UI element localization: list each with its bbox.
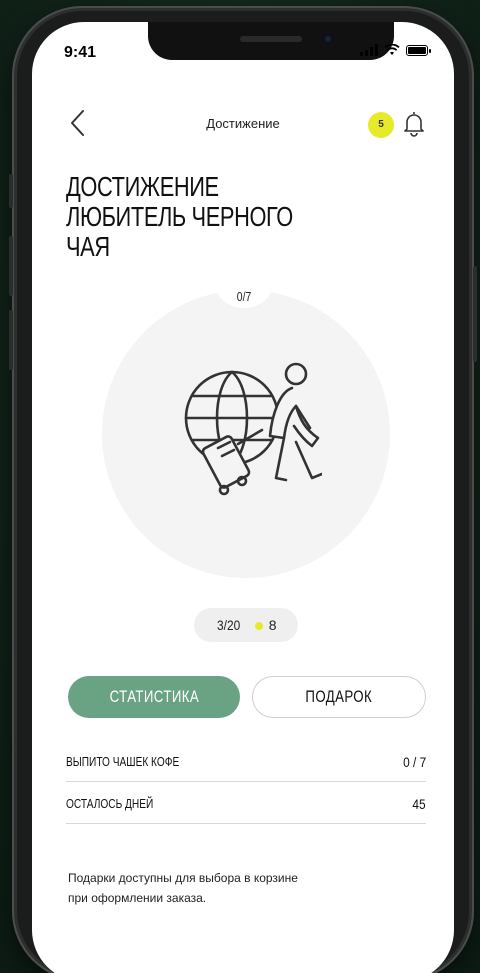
top-nav: Достижение 5 [32,104,454,144]
stats-row-cups: ВЫПИТО ЧАШЕК КОФЕ 0 / 7 [66,744,426,782]
gift-info-note: Подарки доступны для выбора в корзине пр… [68,871,298,905]
title-line: ЛЮБИТЕЛЬ ЧЕРНОГО [66,201,293,232]
mini-stats-pill: 3/20 8 [194,608,298,642]
app-screen: 9:41 Достижение 5 ДОСТИЖЕНИЕ ЛЮБИТЕЛЬ ЧЕ… [32,22,454,973]
mute-switch [9,174,13,208]
points-dot [254,622,263,631]
wifi-icon [384,44,400,55]
points-indicator: 8 [254,617,277,633]
stats-row-days: ОСТАЛОСЬ ДНЕЙ 45 [66,786,426,824]
power-button [473,266,477,362]
battery-icon [406,44,431,56]
points-badge[interactable]: 5 [368,112,394,138]
points-value: 8 [268,617,277,633]
notch [148,22,394,60]
volume-up-button [9,236,13,296]
volume-down-button [9,310,13,370]
progress-label: 0/7 [216,262,272,308]
stats-row-value: 0 / 7 [402,754,426,770]
status-time: 9:41 [64,44,97,61]
globe-traveler-icon [184,362,322,496]
stats-row-value: 45 [412,796,426,812]
status-icons [360,44,431,56]
bell-icon[interactable] [402,110,426,138]
speaker [240,36,302,42]
tab-gift[interactable]: ПОДАРОК [252,676,426,718]
stats-row-label: ВЫПИТО ЧАШЕК КОФЕ [66,754,180,769]
signal-icon [360,44,378,56]
tab-statistics[interactable]: СТАТИСТИКА [68,676,240,718]
title-line: ЧАЯ [66,231,110,262]
achievement-title: ДОСТИЖЕНИЕ ЛЮБИТЕЛЬ ЧЕРНОГО ЧАЯ [66,172,323,262]
front-camera [322,33,334,45]
stats-row-label: ОСТАЛОСЬ ДНЕЙ [66,796,154,811]
title-line: ДОСТИЖЕНИЕ [66,171,219,202]
cups-count: 3/20 [217,617,241,633]
